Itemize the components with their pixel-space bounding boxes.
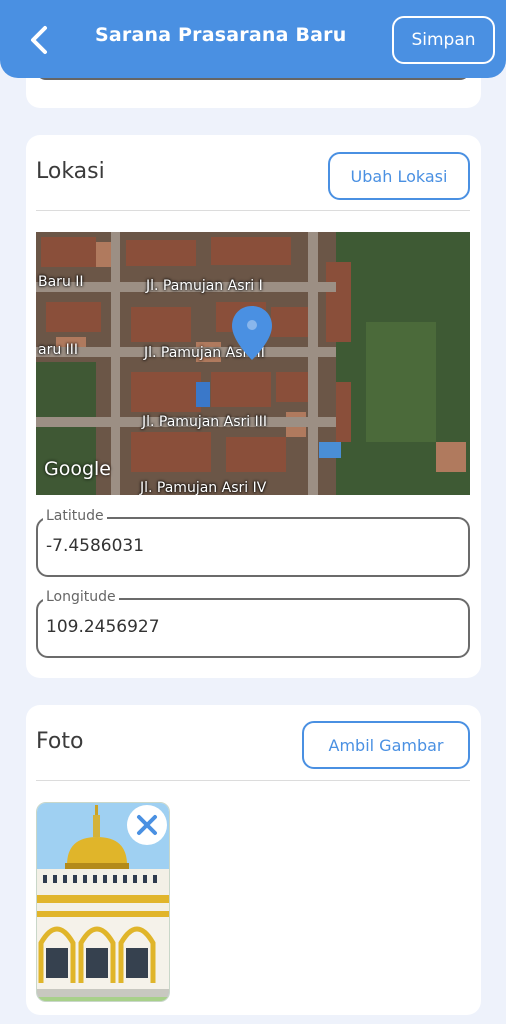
close-icon: [137, 815, 157, 835]
latitude-field[interactable]: Latitude -7.4586031: [36, 508, 470, 577]
map-street-label: Jl. Pamujan Asri IV: [140, 480, 267, 495]
longitude-field[interactable]: Longitude 109.2456927: [36, 589, 470, 658]
location-section-title: Lokasi: [36, 159, 105, 184]
change-location-button[interactable]: Ubah Lokasi: [328, 152, 470, 200]
photo-section-title: Foto: [36, 729, 84, 754]
map-street-label: Jl. Pamujan Asri III: [142, 414, 267, 430]
page-title: Sarana Prasarana Baru: [95, 24, 347, 46]
location-pin-icon: [230, 304, 274, 362]
location-divider: [36, 210, 470, 211]
take-photo-button[interactable]: Ambil Gambar: [302, 721, 470, 769]
latitude-label: Latitude: [43, 508, 107, 524]
save-button[interactable]: Simpan: [392, 16, 495, 64]
photo-thumbnail[interactable]: [36, 802, 170, 1002]
longitude-value: 109.2456927: [46, 617, 160, 637]
photo-divider: [36, 780, 470, 781]
remove-photo-button[interactable]: [127, 805, 167, 845]
longitude-label: Longitude: [43, 589, 119, 605]
map-street-label: Baru II: [38, 274, 84, 290]
location-card: Lokasi Ubah Lokasi Baru II Jl. Pamujan A…: [26, 135, 481, 678]
google-logo: Google: [44, 458, 112, 480]
map-street-label: Jl. Pamujan Asri I: [146, 278, 263, 294]
chevron-left-icon: [31, 26, 47, 54]
app-header: Sarana Prasarana Baru Simpan: [0, 0, 506, 78]
map-view[interactable]: Baru II Jl. Pamujan Asri I aru III Jl. P…: [36, 232, 470, 495]
back-button[interactable]: [22, 22, 56, 58]
satellite-map-image: [36, 232, 470, 495]
latitude-value: -7.4586031: [46, 536, 145, 556]
map-street-label: aru III: [38, 342, 79, 358]
photo-card: Foto Ambil Gambar: [26, 705, 481, 1015]
